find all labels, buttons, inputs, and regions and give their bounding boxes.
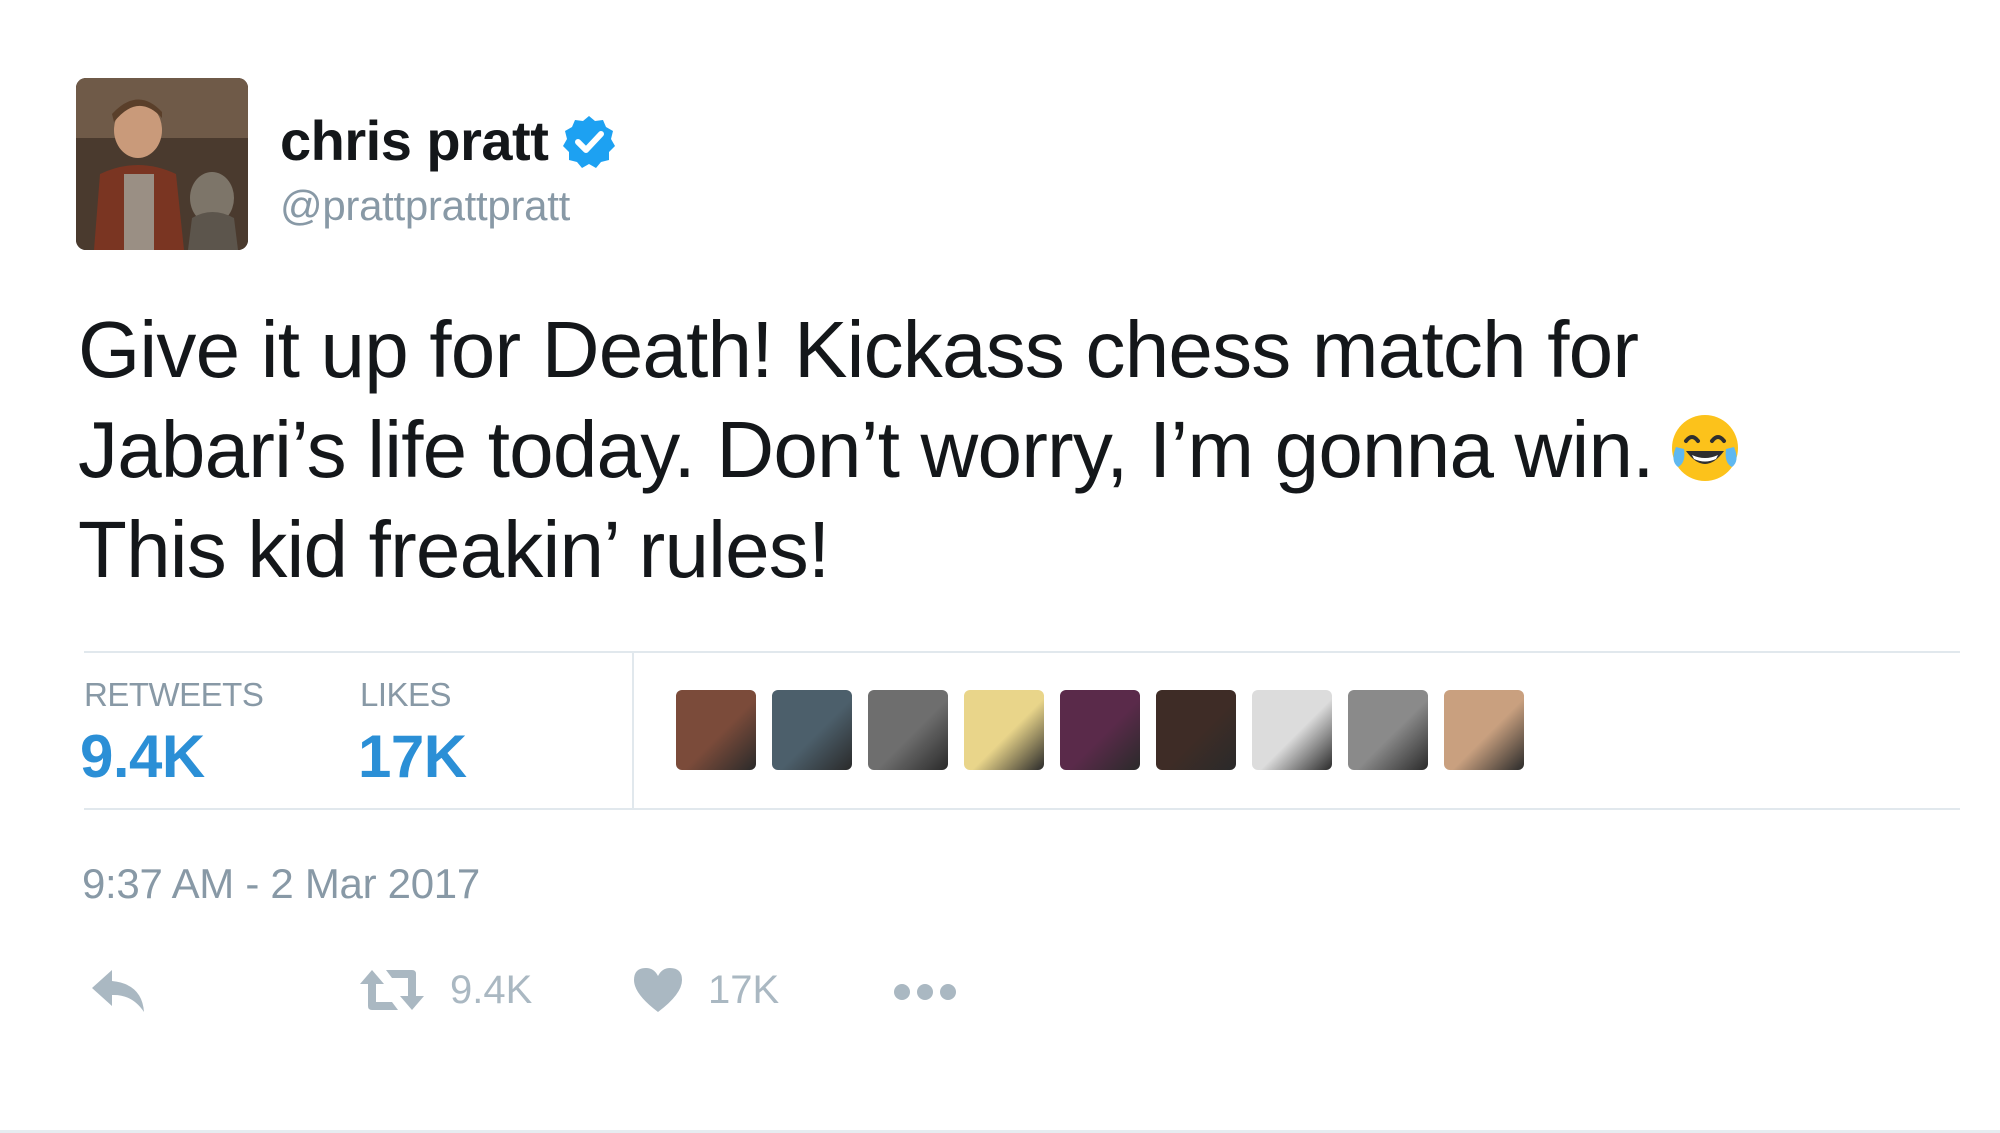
avatar[interactable] [76, 78, 248, 250]
liker-avatar-3[interactable] [868, 690, 948, 770]
liker-avatar-7[interactable] [1252, 690, 1332, 770]
stats-vertical-divider [632, 651, 634, 809]
likes-label[interactable]: LIKES [360, 676, 452, 714]
liker-avatar-2[interactable] [772, 690, 852, 770]
liker-avatar-8[interactable] [1348, 690, 1428, 770]
profile-photo-icon [76, 78, 248, 250]
retweet-button[interactable]: 9.4K [358, 966, 532, 1014]
liker-avatar-6[interactable] [1156, 690, 1236, 770]
heart-icon [634, 968, 682, 1012]
more-button[interactable] [892, 982, 958, 1002]
tweet-card: chris pratt @prattprattpratt Give it up … [0, 0, 2000, 1133]
liker-avatar-5[interactable] [1060, 690, 1140, 770]
retweet-icon [360, 970, 424, 1010]
reply-icon [92, 970, 144, 1012]
reply-button[interactable] [90, 968, 146, 1014]
retweets-count[interactable]: 9.4K [80, 722, 205, 791]
verified-badge-icon [563, 115, 616, 168]
liker-avatar-9[interactable] [1444, 690, 1524, 770]
more-icon [894, 984, 956, 1000]
likes-count[interactable]: 17K [358, 722, 467, 791]
stats-bottom-divider [84, 808, 1960, 810]
liker-avatars [676, 690, 1524, 770]
display-name[interactable]: chris pratt [280, 108, 549, 173]
timestamp[interactable]: 9:37 AM - 2 Mar 2017 [82, 860, 480, 908]
tweet-text-line3: This kid freakin’ rules! [78, 505, 830, 594]
stats-top-divider [84, 651, 1960, 653]
retweets-label[interactable]: RETWEETS [84, 676, 264, 714]
retweet-count: 9.4K [450, 967, 533, 1012]
tweet-text: Give it up for Death! Kickass chess matc… [78, 300, 1978, 600]
liker-avatar-4[interactable] [964, 690, 1044, 770]
like-count: 17K [708, 967, 780, 1012]
tweet-text-body: Give it up for Death! Kickass chess matc… [78, 305, 1654, 494]
display-name-row[interactable]: chris pratt [280, 108, 616, 173]
face-with-tears-of-joy-icon [1671, 415, 1738, 481]
like-button[interactable]: 17K [632, 966, 779, 1014]
liker-avatar-1[interactable] [676, 690, 756, 770]
user-handle[interactable]: @prattprattpratt [280, 182, 570, 230]
